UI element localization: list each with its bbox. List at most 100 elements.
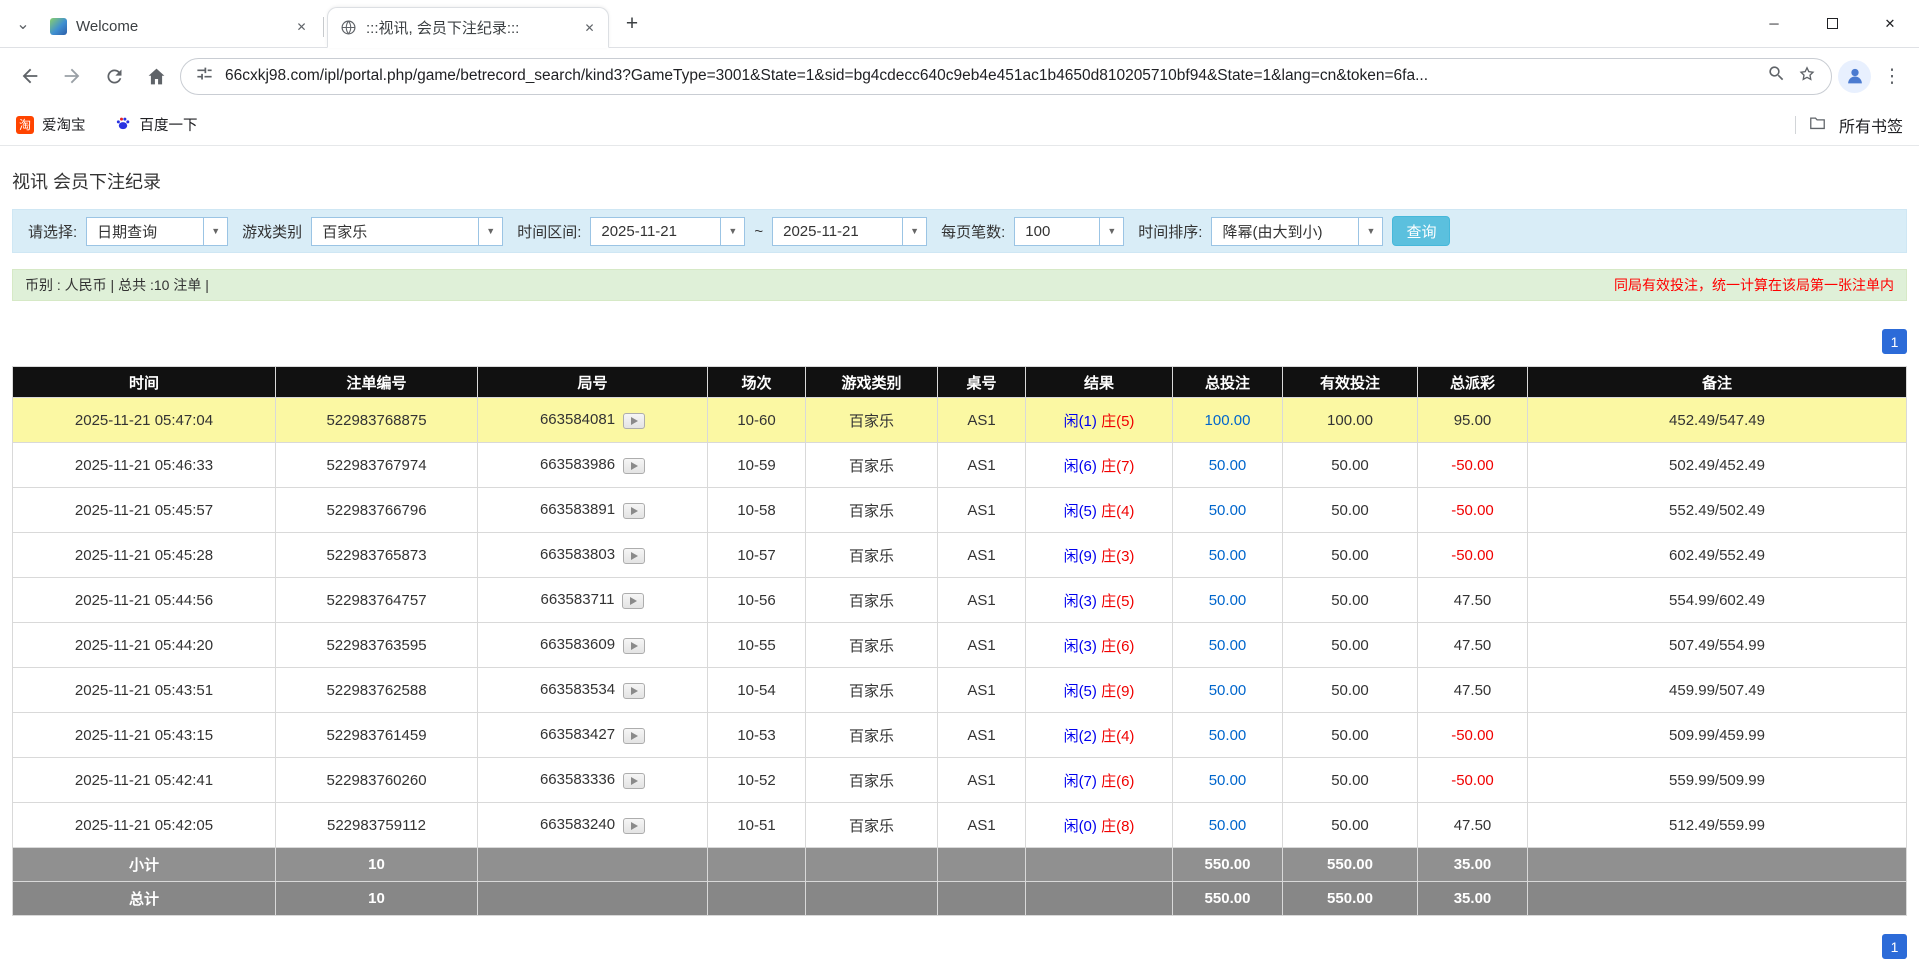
replay-icon[interactable] [623, 683, 645, 699]
cell-total-bet-link[interactable]: 50.00 [1173, 488, 1283, 533]
result-banker: 庄(7) [1101, 458, 1134, 475]
site-info-icon[interactable] [195, 64, 214, 88]
replay-icon[interactable] [623, 773, 645, 789]
tab-betrecord[interactable]: :::视讯, 会员下注纪录::: ✕ [327, 7, 609, 48]
total-cell [938, 882, 1026, 916]
zoom-icon[interactable] [1767, 64, 1786, 88]
cell-game-type: 百家乐 [806, 398, 938, 443]
menu-kebab-icon[interactable]: ⋮ [1877, 61, 1907, 91]
sort-order-value: 降幂(由大到小) [1212, 218, 1358, 245]
reload-button[interactable] [96, 58, 132, 94]
cell-session: 10-53 [708, 713, 806, 758]
folder-icon [1808, 113, 1827, 137]
result-banker: 庄(4) [1101, 503, 1134, 520]
replay-icon[interactable] [622, 593, 644, 609]
query-type-select[interactable]: 日期查询 ▼ [86, 217, 228, 246]
forward-button[interactable] [54, 58, 90, 94]
result-player: 闲(6) [1064, 458, 1097, 475]
cell-result: 闲(5) 庄(9) [1026, 668, 1173, 713]
cell-total-bet-link[interactable]: 50.00 [1173, 668, 1283, 713]
cell-total-bet-link[interactable]: 50.00 [1173, 758, 1283, 803]
result-banker: 庄(3) [1101, 548, 1134, 565]
url-text[interactable]: 66cxkj98.com/ipl/portal.php/game/betreco… [225, 67, 1756, 85]
subtotal-cell [1528, 848, 1907, 882]
bookmark-star-icon[interactable] [1797, 64, 1817, 89]
cell-time: 2025-11-21 05:44:56 [13, 578, 276, 623]
page-number-button[interactable]: 1 [1882, 329, 1907, 354]
search-button[interactable]: 查询 [1392, 216, 1450, 246]
subtotal-cell: 550.00 [1283, 848, 1418, 882]
profile-avatar[interactable] [1838, 60, 1871, 93]
new-tab-button[interactable]: + [617, 9, 647, 39]
back-button[interactable] [12, 58, 48, 94]
cell-total-bet-link[interactable]: 50.00 [1173, 578, 1283, 623]
cell-round-id: 663583711 [478, 578, 708, 623]
page-content: 视讯 会员下注纪录 请选择: 日期查询 ▼ 游戏类别 百家乐 ▼ 时间区间: 2… [0, 168, 1919, 959]
cell-round-id: 663583336 [478, 758, 708, 803]
bookmark-baidu[interactable]: 百度一下 [114, 114, 198, 136]
sort-order-select[interactable]: 降幂(由大到小) ▼ [1211, 217, 1383, 246]
round-id-text: 663583609 [540, 636, 615, 653]
close-button[interactable]: ✕ [1861, 0, 1919, 47]
replay-icon[interactable] [623, 413, 645, 429]
cell-time: 2025-11-21 05:44:20 [13, 623, 276, 668]
cell-round-id: 663583986 [478, 443, 708, 488]
date-from-select[interactable]: 2025-11-21 ▼ [590, 217, 745, 246]
page-size-value: 100 [1015, 218, 1099, 245]
all-bookmarks[interactable]: 所有书签 [1795, 113, 1903, 137]
page-size-label: 每页笔数: [941, 221, 1005, 242]
tab-close-icon[interactable]: ✕ [291, 16, 312, 37]
cell-table-no: AS1 [938, 668, 1026, 713]
home-button[interactable] [138, 58, 174, 94]
cell-total-bet-link[interactable]: 50.00 [1173, 533, 1283, 578]
page-number-button[interactable]: 1 [1882, 934, 1907, 959]
replay-icon[interactable] [623, 503, 645, 519]
cell-note: 459.99/507.49 [1528, 668, 1907, 713]
cell-total-bet-link[interactable]: 50.00 [1173, 623, 1283, 668]
cell-total-bet-link[interactable]: 100.00 [1173, 398, 1283, 443]
round-id-text: 663583336 [540, 771, 615, 788]
replay-icon[interactable] [623, 638, 645, 654]
page-size-select[interactable]: 100 ▼ [1014, 217, 1124, 246]
round-id-text: 663584081 [540, 411, 615, 428]
bookmark-label: 百度一下 [140, 114, 198, 135]
minimize-button[interactable]: ─ [1745, 0, 1803, 47]
subtotal-cell [1026, 848, 1173, 882]
subtotal-cell: 小计 [13, 848, 276, 882]
cell-total-bet-link[interactable]: 50.00 [1173, 713, 1283, 758]
replay-icon[interactable] [623, 458, 645, 474]
cell-payout: -50.00 [1418, 758, 1528, 803]
date-to-select[interactable]: 2025-11-21 ▼ [772, 217, 927, 246]
address-bar[interactable]: 66cxkj98.com/ipl/portal.php/game/betreco… [180, 58, 1832, 95]
maximize-button[interactable] [1803, 0, 1861, 47]
cell-total-bet-link[interactable]: 50.00 [1173, 803, 1283, 848]
result-banker: 庄(9) [1101, 683, 1134, 700]
replay-icon[interactable] [623, 728, 645, 744]
cell-total-bet-link[interactable]: 50.00 [1173, 443, 1283, 488]
cell-payout: 47.50 [1418, 578, 1528, 623]
bookmark-taobao[interactable]: 淘 爱淘宝 [16, 114, 86, 135]
replay-icon[interactable] [623, 548, 645, 564]
round-id-text: 663583240 [540, 816, 615, 833]
cell-table-no: AS1 [938, 398, 1026, 443]
bookmarks-bar: 淘 爱淘宝 百度一下 所有书签 [0, 104, 1919, 146]
column-header: 桌号 [938, 367, 1026, 398]
tab-close-icon[interactable]: ✕ [579, 17, 600, 38]
result-banker: 庄(6) [1101, 638, 1134, 655]
cell-time: 2025-11-21 05:47:04 [13, 398, 276, 443]
game-type-label: 游戏类别 [242, 221, 302, 242]
chevron-down-icon: ▼ [902, 218, 926, 245]
cell-valid-bet: 50.00 [1283, 533, 1418, 578]
cell-valid-bet: 50.00 [1283, 443, 1418, 488]
column-header: 总投注 [1173, 367, 1283, 398]
cell-result: 闲(6) 庄(7) [1026, 443, 1173, 488]
game-type-select[interactable]: 百家乐 ▼ [311, 217, 503, 246]
replay-icon[interactable] [623, 818, 645, 834]
column-header: 场次 [708, 367, 806, 398]
cell-game-type: 百家乐 [806, 578, 938, 623]
result-banker: 庄(5) [1101, 593, 1134, 610]
column-header: 局号 [478, 367, 708, 398]
tab-search-button[interactable]: ⌄ [8, 9, 38, 39]
tab-welcome[interactable]: Welcome ✕ [38, 6, 320, 47]
cell-bet-id: 522983760260 [276, 758, 478, 803]
